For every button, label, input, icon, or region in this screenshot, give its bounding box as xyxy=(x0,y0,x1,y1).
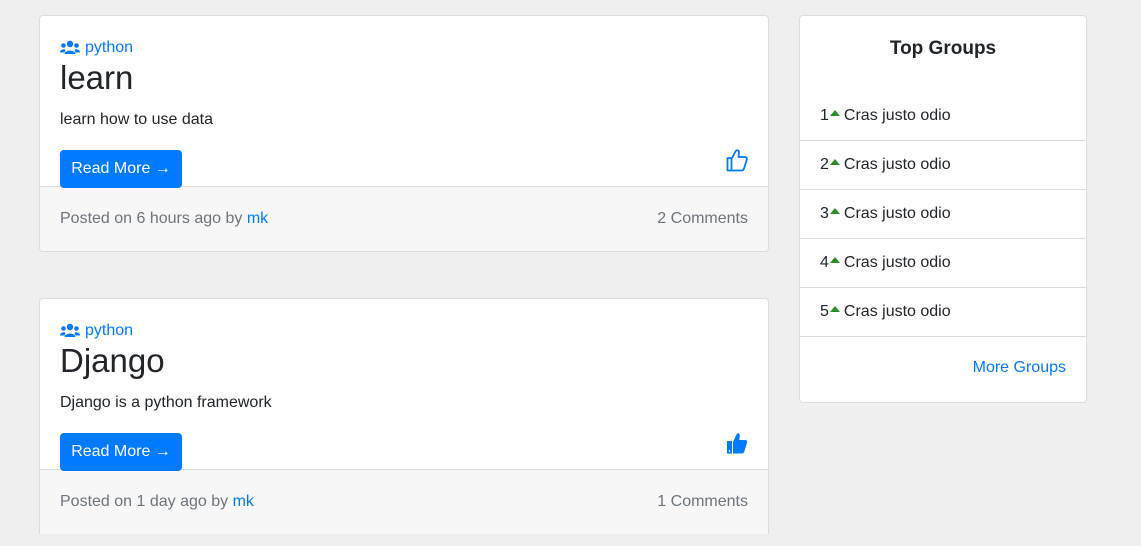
posted-text: Posted on 6 hours ago by xyxy=(60,210,243,227)
post-body: python learn learn how to use data Read … xyxy=(40,16,768,188)
post-group-label[interactable]: python xyxy=(85,38,133,58)
post-group-link[interactable]: python xyxy=(60,321,748,341)
post-description: learn how to use data xyxy=(60,111,213,128)
list-item[interactable]: 1 Cras justo odio xyxy=(800,92,1086,141)
post-body: python Django Django is a python framewo… xyxy=(40,299,768,471)
group-name[interactable]: Cras justo odio xyxy=(844,254,951,272)
top-groups-panel: Top Groups 1 Cras justo odio 2 Cras just… xyxy=(799,15,1087,403)
group-rank: 5 xyxy=(820,303,829,320)
list-item[interactable]: 4 Cras justo odio xyxy=(800,239,1086,288)
post-footer: Posted on 6 hours ago by mk 2 Comments xyxy=(40,186,768,251)
post-description: Django is a python framework xyxy=(60,394,272,411)
thumbs-up-filled-icon[interactable] xyxy=(726,431,748,460)
post-title: Django xyxy=(60,342,165,379)
post-group-link[interactable]: python xyxy=(60,38,748,58)
post-card: python Django Django is a python framewo… xyxy=(39,298,769,534)
read-more-button[interactable]: Read More → xyxy=(60,433,182,471)
users-icon xyxy=(60,40,80,54)
users-icon xyxy=(60,323,80,337)
group-rank: 3 xyxy=(820,205,829,222)
post-meta: Posted on 1 day ago by mk xyxy=(60,493,254,511)
group-name[interactable]: Cras justo odio xyxy=(844,205,951,223)
author-link[interactable]: mk xyxy=(247,210,268,227)
comments-count[interactable]: 2 Comments xyxy=(657,210,748,228)
trend-up-icon xyxy=(829,110,840,116)
post-card: python learn learn how to use data Read … xyxy=(39,15,769,252)
thumbs-up-outline-icon[interactable] xyxy=(726,148,748,177)
comments-count[interactable]: 1 Comments xyxy=(657,493,748,511)
post-group-label[interactable]: python xyxy=(85,321,133,341)
post-title: learn xyxy=(60,59,134,96)
sidebar-title: Top Groups xyxy=(889,38,997,59)
trend-up-icon xyxy=(829,306,840,312)
group-name[interactable]: Cras justo odio xyxy=(844,156,951,174)
posted-text: Posted on 1 day ago by xyxy=(60,493,229,510)
group-name[interactable]: Cras justo odio xyxy=(844,107,951,125)
more-groups-link[interactable]: More Groups xyxy=(973,359,1066,377)
group-rank: 2 xyxy=(820,156,829,173)
list-item[interactable]: 3 Cras justo odio xyxy=(800,190,1086,239)
trend-up-icon xyxy=(829,208,840,214)
group-name[interactable]: Cras justo odio xyxy=(844,303,951,321)
post-footer: Posted on 1 day ago by mk 1 Comments xyxy=(40,469,768,534)
author-link[interactable]: mk xyxy=(233,493,254,510)
group-rank: 1 xyxy=(820,107,829,124)
list-item[interactable]: 5 Cras justo odio xyxy=(800,288,1086,337)
read-more-button[interactable]: Read More → xyxy=(60,150,182,188)
post-meta: Posted on 6 hours ago by mk xyxy=(60,210,268,228)
list-item[interactable]: 2 Cras justo odio xyxy=(800,141,1086,190)
trend-up-icon xyxy=(829,257,840,263)
top-groups-list: 1 Cras justo odio 2 Cras justo odio 3 Cr… xyxy=(800,92,1086,337)
group-rank: 4 xyxy=(820,254,829,271)
trend-up-icon xyxy=(829,159,840,165)
